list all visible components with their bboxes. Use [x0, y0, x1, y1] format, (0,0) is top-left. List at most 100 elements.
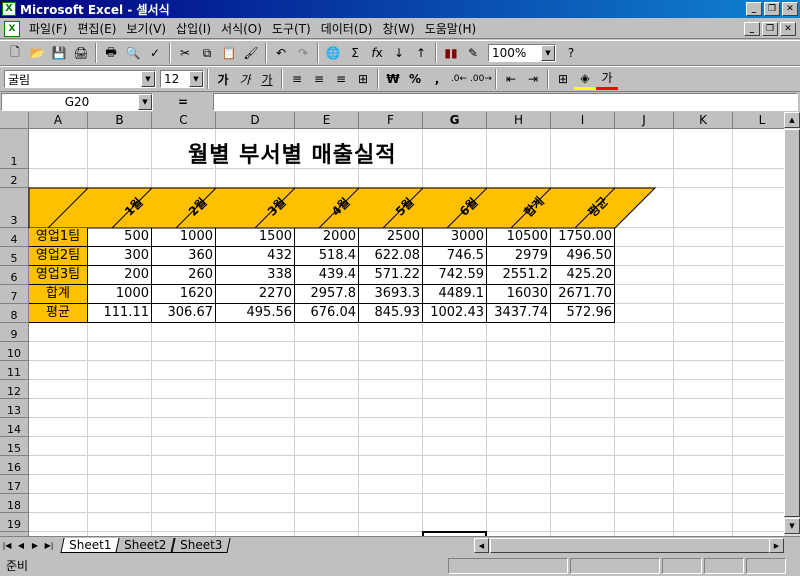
- menu-view[interactable]: 보기(V): [121, 20, 171, 37]
- save-icon[interactable]: 💾: [48, 42, 70, 64]
- paste-icon[interactable]: 📋: [218, 42, 240, 64]
- data-cell[interactable]: 572.96: [551, 304, 615, 323]
- doc-restore-button[interactable]: ❐: [762, 21, 778, 36]
- data-cell[interactable]: 306.67: [152, 304, 216, 323]
- scroll-right-icon[interactable]: ▶: [769, 538, 784, 553]
- data-cell[interactable]: 2957.8: [295, 285, 359, 304]
- help-icon[interactable]: ?: [560, 42, 582, 64]
- formula-input[interactable]: [213, 93, 798, 111]
- next-sheet-icon[interactable]: ▶: [28, 538, 42, 552]
- scroll-down-icon[interactable]: ▼: [784, 518, 800, 534]
- menu-help[interactable]: 도움말(H): [420, 20, 482, 37]
- comma-button[interactable]: ,: [426, 68, 448, 90]
- menu-format[interactable]: 서식(O): [216, 20, 267, 37]
- data-cell[interactable]: 571.22: [359, 266, 423, 285]
- data-cell[interactable]: 496.50: [551, 247, 615, 266]
- menu-edit[interactable]: 편집(E): [72, 20, 121, 37]
- data-cell[interactable]: 260: [152, 266, 216, 285]
- vertical-scroll-thumb[interactable]: [784, 129, 800, 517]
- zoom-select[interactable]: 100% ▼: [488, 44, 556, 62]
- data-cell[interactable]: 676.04: [295, 304, 359, 323]
- bold-button[interactable]: 가: [212, 68, 234, 90]
- data-cell[interactable]: 746.5: [423, 247, 487, 266]
- data-cell[interactable]: 1000: [152, 228, 216, 247]
- name-box[interactable]: G20 ▼: [1, 93, 153, 111]
- data-cell[interactable]: 10500: [487, 228, 551, 247]
- data-cell[interactable]: 425.20: [551, 266, 615, 285]
- menu-file[interactable]: 파일(F): [24, 20, 72, 37]
- row-label-cell[interactable]: 합계: [29, 285, 88, 304]
- decrease-indent-icon[interactable]: ⇤: [500, 68, 522, 90]
- data-cell[interactable]: 2671.70: [551, 285, 615, 304]
- data-cell[interactable]: 1002.43: [423, 304, 487, 323]
- open-folder-icon[interactable]: 📂: [26, 42, 48, 64]
- print-preview-icon[interactable]: 🔍: [122, 42, 144, 64]
- chevron-down-icon[interactable]: ▼: [189, 71, 203, 87]
- doc-minimize-button[interactable]: _: [744, 21, 760, 36]
- underline-button[interactable]: 가: [256, 68, 278, 90]
- data-cell[interactable]: 439.4: [295, 266, 359, 285]
- scroll-up-icon[interactable]: ▲: [784, 112, 800, 128]
- copy-icon[interactable]: ⧉: [196, 42, 218, 64]
- data-cell[interactable]: 495.56: [216, 304, 295, 323]
- chevron-down-icon[interactable]: ▼: [141, 71, 155, 87]
- row-label-cell[interactable]: 영업1팀: [29, 228, 88, 247]
- borders-icon[interactable]: ⊞: [552, 68, 574, 90]
- workbook-icon[interactable]: X: [4, 20, 20, 37]
- horizontal-scroll-thumb[interactable]: [490, 538, 770, 553]
- data-cell[interactable]: 16030: [487, 285, 551, 304]
- row-label-cell[interactable]: 평균: [29, 304, 88, 323]
- data-cell[interactable]: 1500: [216, 228, 295, 247]
- spelling-icon[interactable]: ✓: [144, 42, 166, 64]
- data-cell[interactable]: 1000: [88, 285, 152, 304]
- menu-window[interactable]: 창(W): [377, 20, 419, 37]
- close-button[interactable]: ✕: [782, 2, 798, 16]
- data-cell[interactable]: 2979: [487, 247, 551, 266]
- font-color-button[interactable]: 가: [596, 68, 618, 90]
- doc-close-button[interactable]: ✕: [780, 21, 796, 36]
- increase-indent-icon[interactable]: ⇥: [522, 68, 544, 90]
- font-name-select[interactable]: 굴림 ▼: [4, 70, 156, 88]
- autosum-icon[interactable]: Σ: [344, 42, 366, 64]
- new-file-icon[interactable]: 🗋: [4, 42, 26, 64]
- fill-color-icon[interactable]: ◈: [574, 68, 596, 90]
- drawing-icon[interactable]: ✎: [462, 42, 484, 64]
- sort-descending-icon[interactable]: ↑: [410, 42, 432, 64]
- sort-ascending-icon[interactable]: ↓: [388, 42, 410, 64]
- data-cell[interactable]: 111.11: [88, 304, 152, 323]
- row-label-cell[interactable]: 영업3팀: [29, 266, 88, 285]
- data-cell[interactable]: 500: [88, 228, 152, 247]
- data-cell[interactable]: 742.59: [423, 266, 487, 285]
- increase-decimal-icon[interactable]: .0←: [448, 68, 470, 90]
- font-size-select[interactable]: 12 ▼: [160, 70, 204, 88]
- data-cell[interactable]: 200: [88, 266, 152, 285]
- data-cell[interactable]: 432: [216, 247, 295, 266]
- hyperlink-icon[interactable]: 🌐: [322, 42, 344, 64]
- horizontal-scrollbar[interactable]: ◀ ▶: [474, 538, 784, 553]
- scroll-left-icon[interactable]: ◀: [474, 538, 489, 553]
- tab-sheet1[interactable]: Sheet1: [60, 537, 120, 553]
- row-label-cell[interactable]: 영업2팀: [29, 247, 88, 266]
- cut-icon[interactable]: ✂: [174, 42, 196, 64]
- data-cell[interactable]: 2500: [359, 228, 423, 247]
- data-cell[interactable]: 338: [216, 266, 295, 285]
- vertical-scrollbar[interactable]: ▲ ▼: [784, 112, 800, 536]
- chevron-down-icon[interactable]: ▼: [541, 45, 555, 61]
- italic-button[interactable]: 가: [234, 68, 256, 90]
- data-cell[interactable]: 300: [88, 247, 152, 266]
- format-painter-icon[interactable]: 🖌: [240, 42, 262, 64]
- data-cell[interactable]: 622.08: [359, 247, 423, 266]
- data-cell[interactable]: 360: [152, 247, 216, 266]
- percent-button[interactable]: %: [404, 68, 426, 90]
- tab-sheet3[interactable]: Sheet3: [171, 537, 231, 553]
- minimize-button[interactable]: _: [746, 2, 762, 16]
- data-cell[interactable]: 1620: [152, 285, 216, 304]
- data-cell[interactable]: 2551.2: [487, 266, 551, 285]
- data-cell[interactable]: 518.4: [295, 247, 359, 266]
- data-cell[interactable]: 1750.00: [551, 228, 615, 247]
- redo-icon[interactable]: ↷: [292, 42, 314, 64]
- function-icon[interactable]: fx: [366, 42, 388, 64]
- currency-button[interactable]: ₩: [382, 68, 404, 90]
- decrease-decimal-icon[interactable]: .00→: [470, 68, 492, 90]
- restore-button[interactable]: ❐: [764, 2, 780, 16]
